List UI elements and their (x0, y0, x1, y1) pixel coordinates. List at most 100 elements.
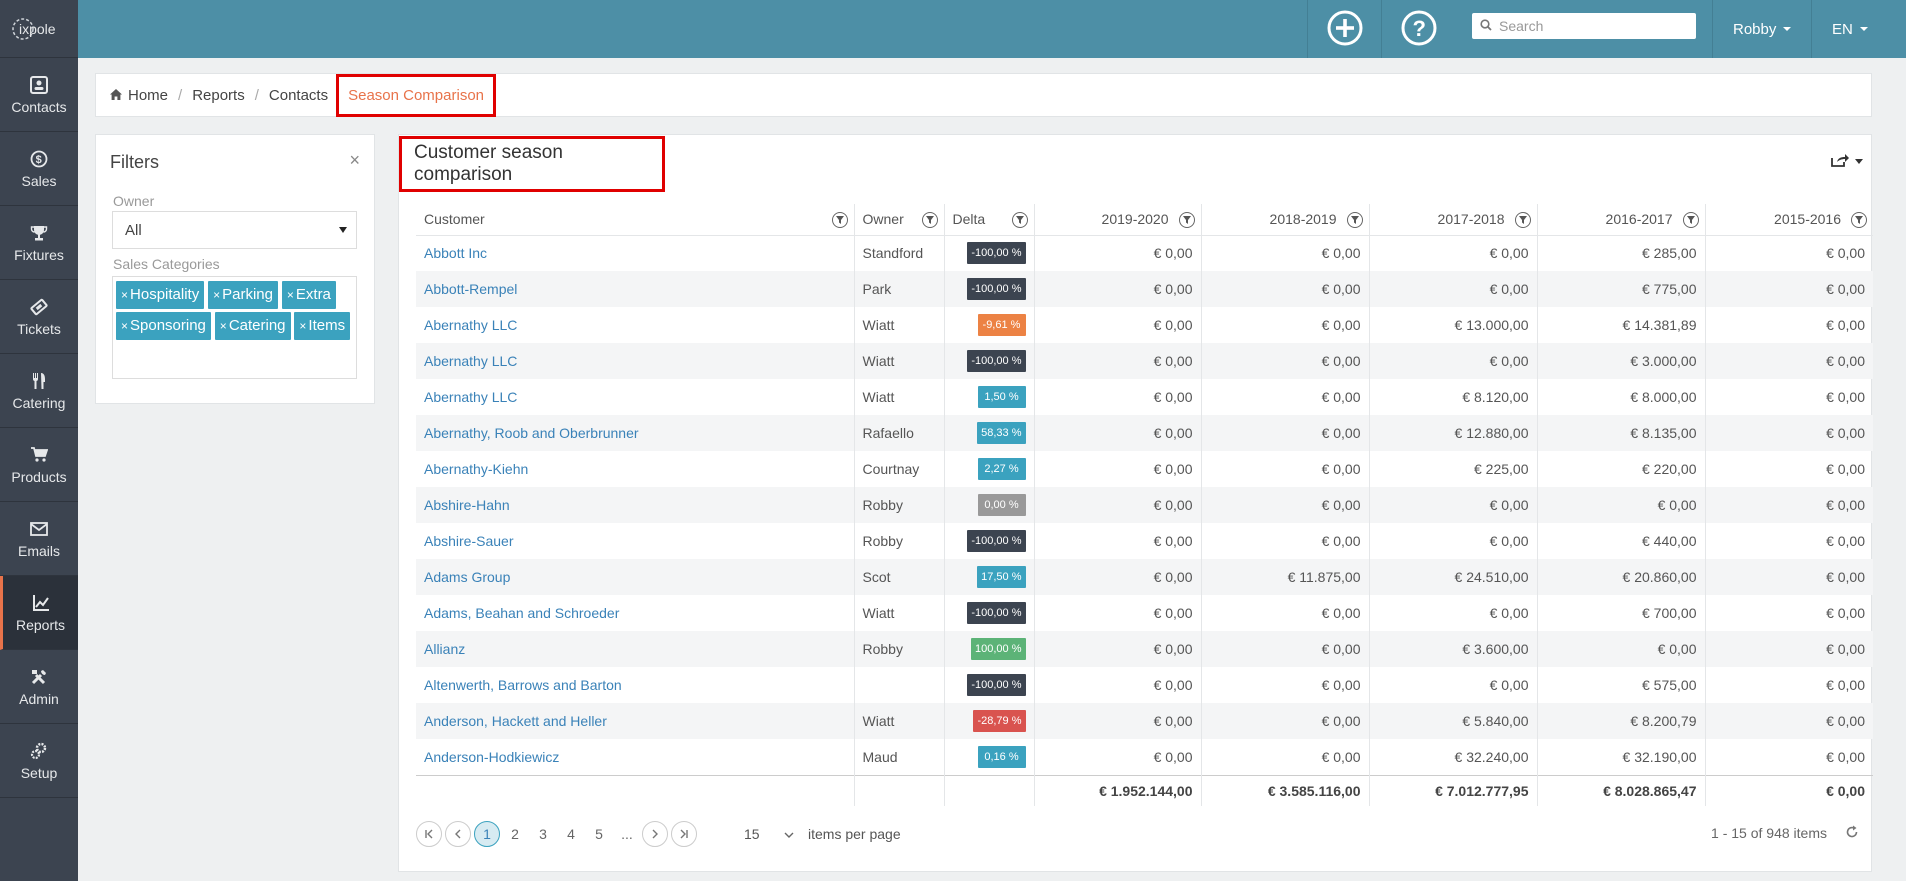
search-input[interactable] (1499, 18, 1679, 34)
delta-cell: 100,00 % (944, 631, 1035, 667)
customer-link[interactable]: Altenwerth, Barrows and Barton (416, 667, 855, 703)
customer-link[interactable]: Abernathy LLC (416, 307, 855, 343)
table-row[interactable]: Abernathy, Roob and Oberbrunner Rafaello 5… (416, 415, 1873, 451)
table-row[interactable]: Abernathy LLC Wiatt 1,50 % € 0,00 € 0,00 € 8.… (416, 379, 1873, 415)
search-box[interactable] (1472, 13, 1696, 39)
filter-icon[interactable] (1851, 212, 1867, 228)
category-chip-extra[interactable]: × Extra (281, 281, 336, 309)
close-icon[interactable]: × (349, 150, 360, 171)
category-chip-catering[interactable]: × Catering (214, 312, 291, 340)
filter-icon[interactable] (1682, 212, 1699, 228)
filter-icon[interactable] (921, 212, 938, 228)
filter-icon[interactable] (831, 212, 848, 228)
more-pages-button[interactable]: ... (614, 821, 640, 847)
remove-icon[interactable]: × (121, 288, 128, 302)
customer-link[interactable]: Anderson, Hackett and Heller (416, 703, 855, 739)
column-header-2016-2017[interactable]: 2016-2017 (1537, 204, 1706, 236)
customer-link[interactable]: Adams Group (416, 559, 855, 595)
sidebar-item-fixtures[interactable]: Fixtures (0, 206, 78, 280)
table-row[interactable]: Abbott Inc Standford -100,00 % € 0,00 € 0,00… (416, 235, 1873, 271)
remove-icon[interactable]: × (299, 319, 306, 333)
page-button[interactable]: 5 (586, 821, 612, 847)
customer-link[interactable]: Abbott Inc (416, 235, 855, 271)
customer-link[interactable]: Anderson-Hodkiewicz (416, 739, 855, 775)
sales-categories-input[interactable]: × Hospitality × Parking × Extra × Sponsoring… (112, 276, 357, 379)
owner-select[interactable]: All (112, 211, 357, 249)
sidebar-item-products[interactable]: Products (0, 428, 78, 502)
column-header-2018-2019[interactable]: 2018-2019 (1201, 204, 1370, 236)
column-header-2019-2020[interactable]: 2019-2020 (1034, 204, 1202, 236)
table-row[interactable]: Anderson, Hackett and Heller Wiatt -28,79 … (416, 703, 1873, 739)
sidebar-item-admin[interactable]: Admin (0, 650, 78, 724)
table-row[interactable]: Altenwerth, Barrows and Barton -100,00 % €… (416, 667, 1873, 703)
table-row[interactable]: Abshire-Sauer Robby -100,00 % € 0,00 € 0,00 €… (416, 523, 1873, 559)
filter-icon[interactable] (1346, 212, 1363, 228)
season-value-cell: € 0,00 (1201, 307, 1370, 343)
sidebar-item-catering[interactable]: Catering (0, 354, 78, 428)
remove-icon[interactable]: × (213, 288, 220, 302)
customer-link[interactable]: Abernathy, Roob and Oberbrunner (416, 415, 855, 451)
sidebar-item-tickets[interactable]: Tickets (0, 280, 78, 354)
column-header-delta[interactable]: Delta (944, 204, 1035, 236)
customer-link[interactable]: Allianz (416, 631, 855, 667)
sidebar-item-contacts[interactable]: Contacts (0, 58, 78, 132)
table-row[interactable]: Anderson-Hodkiewicz Maud 0,16 % € 0,00 € 0,0… (416, 739, 1873, 775)
remove-icon[interactable]: × (121, 319, 128, 333)
page-button[interactable]: 2 (502, 821, 528, 847)
sidebar-item-setup[interactable]: Setup (0, 724, 78, 798)
add-button[interactable] (1307, 0, 1381, 58)
customer-link[interactable]: Abshire-Sauer (416, 523, 855, 559)
next-page-button[interactable] (642, 821, 668, 847)
sidebar-item-reports[interactable]: Reports (0, 576, 78, 650)
last-page-button[interactable] (671, 821, 697, 847)
season-value-cell: € 0,00 (1537, 487, 1706, 523)
page-size-select[interactable]: 15 (744, 826, 794, 842)
column-header-2017-2018[interactable]: 2017-2018 (1369, 204, 1538, 236)
season-value-cell: € 0,00 (1034, 235, 1202, 271)
first-page-button[interactable] (416, 821, 442, 847)
remove-icon[interactable]: × (287, 288, 294, 302)
table-row[interactable]: Abernathy LLC Wiatt -9,61 % € 0,00 € 0,00 € 1… (416, 307, 1873, 343)
category-chip-parking[interactable]: × Parking (208, 281, 278, 309)
column-header-customer[interactable]: Customer (416, 204, 855, 236)
breadcrumb-contacts[interactable]: Contacts (269, 87, 328, 104)
prev-page-button[interactable] (445, 821, 471, 847)
customer-link[interactable]: Abernathy-Kiehn (416, 451, 855, 487)
table-row[interactable]: Allianz Robby 100,00 % € 0,00 € 0,00 € 3.600,… (416, 631, 1873, 667)
table-row[interactable]: Adams, Beahan and Schroeder Wiatt -100,00 … (416, 595, 1873, 631)
cart-icon (28, 444, 50, 466)
table-row[interactable]: Abshire-Hahn Robby 0,00 % € 0,00 € 0,00 € 0,0… (416, 487, 1873, 523)
page-button[interactable]: 1 (474, 821, 500, 847)
filter-icon[interactable] (1011, 212, 1028, 228)
filter-icon[interactable] (1514, 212, 1531, 228)
table-row[interactable]: Abbott-Rempel Park -100,00 % € 0,00 € 0,00 € … (416, 271, 1873, 307)
user-menu[interactable]: Robby (1712, 0, 1811, 58)
help-button[interactable]: ? (1381, 0, 1455, 58)
breadcrumb-reports[interactable]: Reports (192, 87, 245, 104)
export-button[interactable] (1831, 153, 1863, 170)
language-menu[interactable]: EN (1811, 0, 1888, 58)
sidebar-item-sales[interactable]: $ Sales (0, 132, 78, 206)
page-button[interactable]: 4 (558, 821, 584, 847)
category-chip-sponsoring[interactable]: × Sponsoring (116, 312, 211, 340)
table-row[interactable]: Abernathy-Kiehn Courtnay 2,27 % € 0,00 € 0,0… (416, 451, 1873, 487)
customer-link[interactable]: Adams, Beahan and Schroeder (416, 595, 855, 631)
customer-link[interactable]: Abshire-Hahn (416, 487, 855, 523)
sidebar-item-label: Tickets (17, 321, 61, 337)
table-row[interactable]: Abernathy LLC Wiatt -100,00 % € 0,00 € 0,00 €… (416, 343, 1873, 379)
customer-link[interactable]: Abernathy LLC (416, 379, 855, 415)
column-header-2015-2016[interactable]: 2015-2016 (1705, 204, 1873, 236)
category-chip-hospitality[interactable]: × Hospitality (116, 281, 205, 309)
customer-link[interactable]: Abernathy LLC (416, 343, 855, 379)
column-header-owner[interactable]: Owner (854, 204, 945, 236)
refresh-icon[interactable] (1845, 825, 1859, 842)
sidebar-item-emails[interactable]: Emails (0, 502, 78, 576)
page-button[interactable]: 3 (530, 821, 556, 847)
table-row[interactable]: Adams Group Scot 17,50 % € 0,00 € 11.875,00 €… (416, 559, 1873, 595)
breadcrumb-home[interactable]: Home (128, 87, 168, 104)
customer-link[interactable]: Abbott-Rempel (416, 271, 855, 307)
app-logo[interactable]: ixpole (0, 0, 78, 58)
remove-icon[interactable]: × (220, 319, 227, 333)
category-chip-items[interactable]: × Items (294, 312, 351, 340)
filter-icon[interactable] (1178, 212, 1195, 228)
